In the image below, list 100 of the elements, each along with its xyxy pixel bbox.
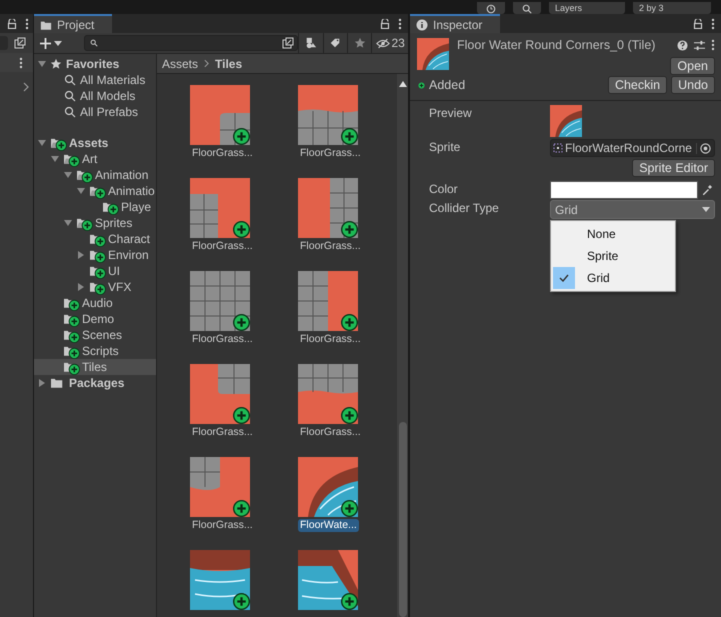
star-icon <box>354 37 366 49</box>
more-icon[interactable] <box>711 18 715 30</box>
layers-dropdown[interactable]: Layers <box>549 2 625 14</box>
expand-icon[interactable] <box>282 37 294 49</box>
more-icon[interactable] <box>19 56 23 68</box>
search-icon <box>64 106 76 118</box>
eyedropper-icon[interactable] <box>701 184 713 196</box>
info-icon <box>416 18 428 30</box>
expanded-arrow-icon[interactable] <box>77 187 85 195</box>
lock-icon[interactable] <box>7 18 17 28</box>
lock-icon[interactable] <box>693 18 703 28</box>
tree-item[interactable]: Environ <box>108 248 149 262</box>
open-button[interactable]: Open <box>670 57 715 75</box>
asset-label[interactable]: FloorGrass... <box>298 333 363 346</box>
caret-icon <box>702 207 710 212</box>
history-icon <box>486 4 496 14</box>
tree-item[interactable]: Favorites <box>66 57 120 71</box>
sliders-icon[interactable] <box>694 40 705 50</box>
expand-icon[interactable] <box>14 37 26 49</box>
menu-item[interactable]: None <box>551 223 675 245</box>
hidden-packages-button[interactable]: 23 <box>371 33 408 53</box>
asset-label[interactable]: FloorGrass... <box>190 333 255 346</box>
tree-item[interactable]: UI <box>108 264 120 278</box>
tree-item[interactable]: Packages <box>69 376 124 390</box>
menu-item[interactable]: Grid <box>551 267 675 289</box>
tree-item[interactable]: Scripts <box>82 344 119 358</box>
favorite-item[interactable]: All Materials <box>80 73 146 87</box>
search-icon <box>64 90 76 102</box>
asset-label[interactable]: FloorGrass... <box>190 426 255 439</box>
tree-item[interactable]: Sprites <box>95 216 132 230</box>
sprite-editor-button[interactable]: Sprite Editor <box>632 159 715 177</box>
plus-icon <box>40 38 51 48</box>
collider-type-dropdown[interactable]: Grid <box>550 200 715 219</box>
expanded-arrow-icon[interactable] <box>64 219 72 227</box>
eye-slash-icon <box>376 38 390 48</box>
folder-icon <box>40 18 52 30</box>
asset-label[interactable]: FloorGrass... <box>190 240 255 253</box>
tree-item[interactable]: Demo <box>82 312 114 326</box>
favorite-item[interactable]: All Models <box>80 89 136 103</box>
expanded-arrow-icon[interactable] <box>38 60 46 68</box>
project-tab[interactable]: Project <box>34 14 112 33</box>
expanded-arrow-icon[interactable] <box>64 171 72 179</box>
caret-icon <box>54 40 62 46</box>
added-status-icon <box>418 82 425 88</box>
tree-item[interactable]: Animatio <box>108 184 155 198</box>
checkin-button[interactable]: Checkin <box>608 76 668 94</box>
expanded-arrow-icon[interactable] <box>51 155 59 163</box>
breadcrumb-link[interactable]: Tiles <box>215 56 242 70</box>
search-icon <box>90 39 98 47</box>
field-label: Preview <box>429 105 473 122</box>
field-label: Sprite <box>429 139 462 156</box>
checkmark-icon <box>559 274 569 282</box>
field-label: Color <box>429 181 459 198</box>
tree-item[interactable]: Tiles <box>82 360 107 374</box>
sprite-icon <box>553 143 563 153</box>
search-button[interactable] <box>513 2 541 14</box>
history-button[interactable] <box>477 2 505 14</box>
expanded-arrow-icon[interactable] <box>38 139 46 147</box>
search-field[interactable] <box>84 35 298 51</box>
collapsed-arrow-icon[interactable] <box>38 379 46 387</box>
tree-item[interactable]: Charact <box>108 232 150 246</box>
chevron-icon <box>204 59 210 68</box>
asset-label[interactable]: FloorGrass... <box>190 519 255 532</box>
asset-label[interactable]: FloorGrass... <box>190 147 255 160</box>
tree-item[interactable]: Art <box>82 152 98 166</box>
chevron-icon[interactable] <box>23 82 29 92</box>
tree-item[interactable]: Audio <box>82 296 113 310</box>
search-icon <box>522 4 532 14</box>
tree-item[interactable]: Scenes <box>82 328 122 342</box>
layout-dropdown[interactable]: 2 by 3 <box>633 2 711 14</box>
star-icon <box>50 58 62 70</box>
tree-item[interactable]: Animation <box>95 168 148 182</box>
asset-title: Floor Water Round Corners_0 (Tile) <box>457 38 656 52</box>
shapes-icon <box>304 37 317 49</box>
collapsed-arrow-icon[interactable] <box>77 251 85 259</box>
breadcrumb-link[interactable]: Assets <box>162 56 198 70</box>
asset-label[interactable]: FloorGrass... <box>298 426 363 439</box>
menu-item[interactable]: Sprite <box>551 245 675 267</box>
status-text: Added <box>429 78 466 92</box>
more-icon[interactable] <box>711 39 715 51</box>
more-icon[interactable] <box>398 18 402 30</box>
color-swatch[interactable] <box>550 181 698 199</box>
asset-label[interactable]: FloorWate... <box>298 519 359 532</box>
lock-icon[interactable] <box>380 18 390 28</box>
tag-icon <box>329 37 342 49</box>
asset-label[interactable]: FloorGrass... <box>298 147 363 160</box>
more-icon[interactable] <box>25 18 29 30</box>
favorite-item[interactable]: All Prefabs <box>80 105 138 119</box>
collapsed-arrow-icon[interactable] <box>77 283 85 291</box>
tree-item[interactable]: VFX <box>108 280 132 294</box>
field-label: Collider Type <box>429 200 500 217</box>
scroll-up-icon[interactable] <box>398 81 406 87</box>
undo-button[interactable]: Undo <box>671 76 715 94</box>
tree-item[interactable]: Playe <box>121 200 152 214</box>
tree-item[interactable]: Assets <box>69 136 108 150</box>
inspector-tab[interactable]: Inspector <box>410 14 500 33</box>
scrollbar-thumb[interactable] <box>398 422 406 617</box>
asset-label[interactable]: FloorGrass... <box>298 240 363 253</box>
help-icon[interactable] <box>677 40 688 50</box>
sprite-field[interactable]: FloorWaterRoundCorne <box>550 139 715 157</box>
